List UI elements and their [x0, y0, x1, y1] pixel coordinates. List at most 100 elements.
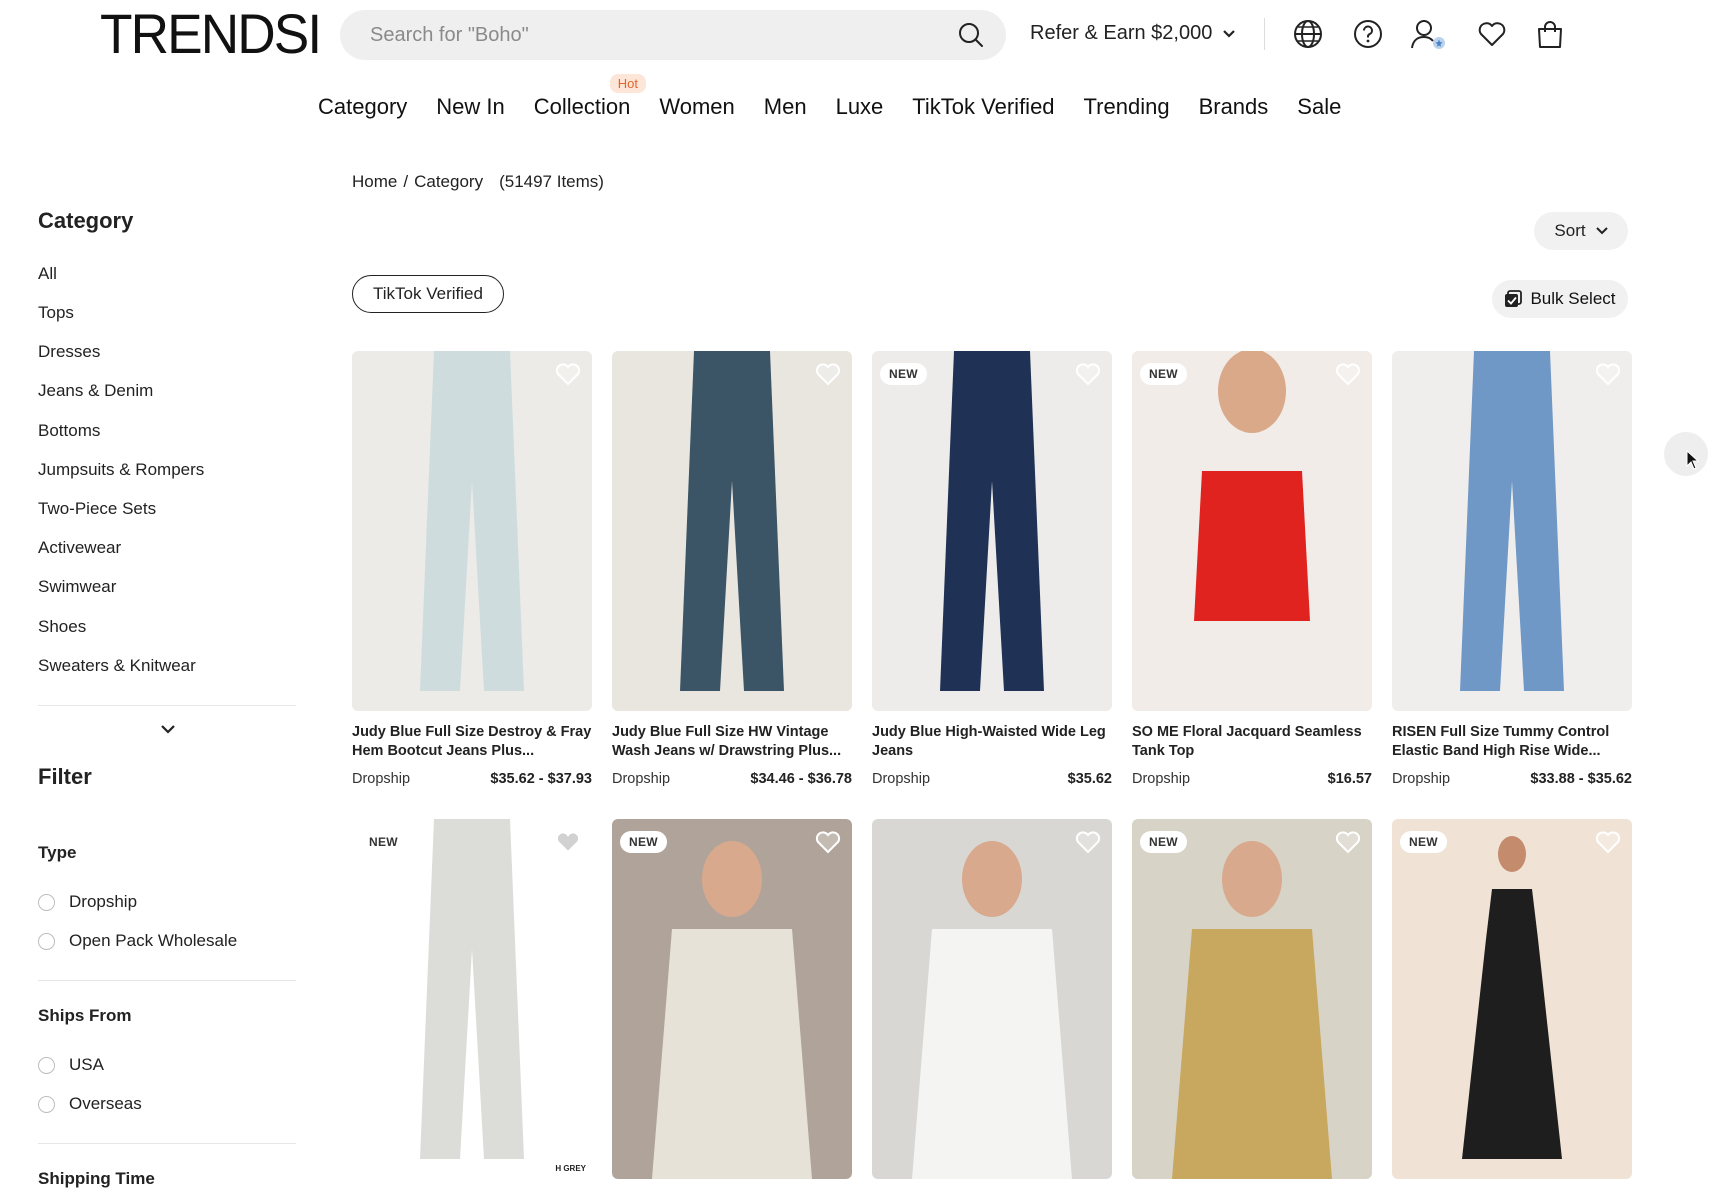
- wishlist-heart-icon[interactable]: [1476, 18, 1508, 50]
- category-two-piece-sets[interactable]: Two-Piece Sets: [38, 499, 156, 519]
- nav-new-in[interactable]: New In: [436, 94, 504, 120]
- product-card[interactable]: Judy Blue Full Size Destroy & Fray Hem B…: [352, 351, 592, 787]
- product-type: Dropship: [1392, 771, 1451, 787]
- product-title[interactable]: Judy Blue Full Size HW Vintage Wash Jean…: [612, 723, 852, 761]
- product-title[interactable]: SO ME Floral Jacquard Seamless Tank Top: [1132, 723, 1372, 761]
- nav-collection[interactable]: Collection Hot: [534, 74, 646, 120]
- product-card[interactable]: NEW: [1132, 819, 1372, 1179]
- product-title[interactable]: Judy Blue Full Size Destroy & Fray Hem B…: [352, 723, 592, 761]
- product-image[interactable]: NEW: [1132, 819, 1372, 1179]
- category-bottoms[interactable]: Bottoms: [38, 421, 100, 441]
- product-image[interactable]: [1392, 351, 1632, 711]
- nav-tiktok-verified[interactable]: TikTok Verified: [912, 94, 1054, 120]
- favorite-heart-icon[interactable]: [1334, 361, 1362, 387]
- product-image[interactable]: NEW: [872, 351, 1112, 711]
- search-input[interactable]: [370, 10, 930, 60]
- category-swimwear[interactable]: Swimwear: [38, 577, 116, 597]
- new-badge: NEW: [620, 831, 667, 853]
- radio-button[interactable]: [38, 893, 55, 911]
- product-image[interactable]: [352, 351, 592, 711]
- favorite-heart-icon[interactable]: [1074, 361, 1102, 387]
- favorite-heart-icon[interactable]: [1594, 361, 1622, 387]
- favorite-heart-icon[interactable]: [814, 829, 842, 855]
- radio-button[interactable]: [38, 1056, 55, 1074]
- account-icon[interactable]: [1410, 18, 1448, 50]
- nav-category[interactable]: Category: [318, 94, 407, 120]
- category-activewear[interactable]: Activewear: [38, 538, 121, 558]
- category-shoes[interactable]: Shoes: [38, 617, 86, 637]
- nav-men[interactable]: Men: [764, 94, 807, 120]
- nav-trending[interactable]: Trending: [1084, 94, 1170, 120]
- product-grid: Judy Blue Full Size Destroy & Fray Hem B…: [352, 351, 1632, 1194]
- type-option-open-pack[interactable]: Open Pack Wholesale: [38, 931, 237, 951]
- product-meta: Dropship $34.46 - $36.78: [612, 771, 852, 787]
- category-all[interactable]: All: [38, 264, 57, 284]
- nav-sale[interactable]: Sale: [1297, 94, 1341, 120]
- product-card[interactable]: NEW H GREY: [352, 819, 592, 1179]
- product-card[interactable]: NEW Judy Blue High-Waisted Wide Leg Jeans…: [872, 351, 1112, 787]
- bulk-select-button[interactable]: Bulk Select: [1492, 280, 1628, 318]
- item-count: (51497 Items): [499, 172, 604, 191]
- category-tops[interactable]: Tops: [38, 303, 74, 323]
- product-image[interactable]: NEW H GREY: [352, 819, 592, 1179]
- product-card[interactable]: NEW SO ME Floral Jacquard Seamless Tank T…: [1132, 351, 1372, 787]
- product-photo-placeholder: [420, 819, 524, 1159]
- favorite-heart-icon[interactable]: [1074, 829, 1102, 855]
- product-image[interactable]: NEW: [1392, 819, 1632, 1179]
- sort-button[interactable]: Sort: [1534, 212, 1628, 250]
- favorite-heart-icon[interactable]: [1594, 829, 1622, 855]
- product-card[interactable]: Judy Blue Full Size HW Vintage Wash Jean…: [612, 351, 852, 787]
- category-heading: Category: [38, 208, 134, 233]
- product-card[interactable]: NEW: [1392, 819, 1632, 1179]
- category-sweaters-knitwear[interactable]: Sweaters & Knitwear: [38, 656, 196, 676]
- search-icon[interactable]: [958, 22, 984, 48]
- product-type: Dropship: [352, 771, 411, 787]
- nav-luxe[interactable]: Luxe: [836, 94, 884, 120]
- breadcrumb-home[interactable]: Home: [352, 172, 397, 192]
- chevron-down-icon: [1595, 227, 1608, 235]
- expand-categories-chevron-icon[interactable]: [158, 722, 178, 736]
- nav-women[interactable]: Women: [659, 94, 734, 120]
- new-badge: NEW: [1140, 363, 1187, 385]
- ships-option-usa[interactable]: USA: [38, 1055, 104, 1075]
- category-jumpsuits-rompers[interactable]: Jumpsuits & Rompers: [38, 460, 204, 480]
- product-image[interactable]: NEW: [1132, 351, 1372, 711]
- breadcrumb: Home / Category (51497 Items): [352, 172, 604, 192]
- category-jeans-denim[interactable]: Jeans & Denim: [38, 381, 153, 401]
- nav-brands[interactable]: Brands: [1199, 94, 1269, 120]
- globe-icon[interactable]: [1292, 18, 1324, 50]
- favorite-heart-icon[interactable]: [554, 829, 582, 855]
- favorite-heart-icon[interactable]: [554, 361, 582, 387]
- product-title[interactable]: Judy Blue High-Waisted Wide Leg Jeans: [872, 723, 1112, 761]
- favorite-heart-icon[interactable]: [1334, 829, 1362, 855]
- radio-button[interactable]: [38, 932, 55, 950]
- product-card[interactable]: NEW: [612, 819, 852, 1179]
- search-bar[interactable]: [340, 10, 1006, 60]
- product-price: $16.57: [1327, 771, 1372, 787]
- product-card[interactable]: [872, 819, 1112, 1179]
- product-image[interactable]: [872, 819, 1112, 1179]
- shopping-bag-icon[interactable]: [1534, 18, 1566, 50]
- product-image[interactable]: [612, 351, 852, 711]
- type-option-dropship[interactable]: Dropship: [38, 892, 137, 912]
- favorite-heart-icon[interactable]: [814, 361, 842, 387]
- tiktok-verified-filter[interactable]: TikTok Verified: [352, 275, 504, 313]
- breadcrumb-current[interactable]: Category: [414, 172, 483, 192]
- product-photo-placeholder: [1460, 351, 1564, 691]
- sort-label: Sort: [1554, 221, 1586, 240]
- product-price: $35.62: [1067, 771, 1112, 787]
- product-photo-placeholder: [420, 351, 524, 691]
- help-icon[interactable]: [1352, 18, 1384, 50]
- product-card[interactable]: RISEN Full Size Tummy Control Elastic Ba…: [1392, 351, 1632, 787]
- category-dresses[interactable]: Dresses: [38, 342, 100, 362]
- refer-earn-dropdown[interactable]: Refer & Earn $2,000: [1030, 22, 1236, 45]
- ships-option-overseas[interactable]: Overseas: [38, 1094, 142, 1114]
- product-price: $34.46 - $36.78: [750, 771, 852, 787]
- product-photo-placeholder: [1172, 841, 1332, 1179]
- trendsi-logo[interactable]: TRENDSI: [100, 6, 322, 62]
- breadcrumb-separator: /: [403, 172, 409, 191]
- product-image[interactable]: NEW: [612, 819, 852, 1179]
- radio-button[interactable]: [38, 1095, 55, 1113]
- radio-label: Open Pack Wholesale: [69, 931, 238, 950]
- product-title[interactable]: RISEN Full Size Tummy Control Elastic Ba…: [1392, 723, 1632, 761]
